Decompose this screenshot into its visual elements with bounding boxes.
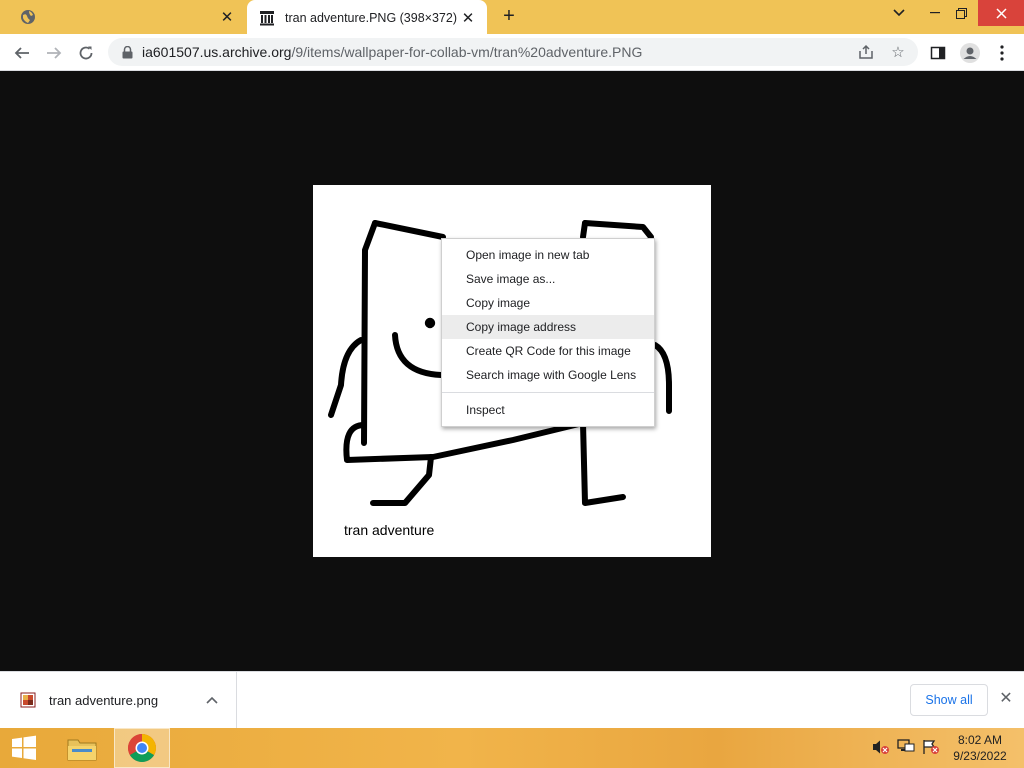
url-host: ia601507.us.archive.org <box>142 44 292 60</box>
ctx-save-image-as[interactable]: Save image as... <box>442 267 654 291</box>
ctx-search-google-lens[interactable]: Search image with Google Lens <box>442 363 654 387</box>
tab-title: tran adventure.PNG (398×372) <box>285 10 457 25</box>
ctx-inspect[interactable]: Inspect <box>442 398 654 422</box>
globe-icon <box>20 9 36 25</box>
download-file-name: tran adventure.png <box>49 692 159 708</box>
file-explorer-icon[interactable] <box>54 728 110 768</box>
tab-inactive[interactable]: ✕ <box>8 0 246 34</box>
address-bar[interactable]: ia601507.us.archive.org/9/items/wallpape… <box>108 38 918 66</box>
profile-avatar-icon[interactable] <box>956 39 984 67</box>
show-all-button[interactable]: Show all <box>910 684 988 716</box>
browser-toolbar: ia601507.us.archive.org/9/items/wallpape… <box>0 34 1024 71</box>
png-file-icon <box>20 692 36 708</box>
tab-search-chevron-icon[interactable] <box>882 0 916 26</box>
reload-icon[interactable] <box>72 39 100 67</box>
tab-strip: ✕ tran adventure.PNG (398×372) ✕ + <box>0 0 1024 35</box>
more-menu-icon[interactable] <box>988 39 1016 67</box>
clock-time: 8:02 AM <box>957 733 1003 747</box>
tab-active[interactable]: tran adventure.PNG (398×372) ✕ <box>247 0 487 35</box>
close-window-icon[interactable] <box>978 0 1024 26</box>
download-shelf: tran adventure.png Show all ✕ <box>0 671 1024 728</box>
url-path: /9/items/wallpaper-for-collab-vm/tran%20… <box>291 44 643 60</box>
archive-building-icon <box>259 10 275 26</box>
chevron-up-icon[interactable] <box>198 693 226 707</box>
download-item[interactable]: tran adventure.png <box>0 672 237 728</box>
ctx-separator <box>442 392 654 393</box>
clock-date: 9/23/2022 <box>953 749 1007 763</box>
back-arrow-icon[interactable] <box>8 39 36 67</box>
windows-start-icon[interactable] <box>0 728 48 768</box>
side-panel-icon[interactable] <box>924 39 952 67</box>
lock-icon[interactable] <box>120 45 134 59</box>
system-clock[interactable]: 8:02 AM 9/23/2022 <box>944 732 1016 764</box>
context-menu: Open image in new tab Save image as... C… <box>441 238 655 427</box>
restore-icon[interactable] <box>944 0 978 26</box>
forward-arrow-icon[interactable] <box>40 39 68 67</box>
volume-muted-icon[interactable] <box>872 736 890 758</box>
bookmark-star-icon[interactable]: ☆ <box>888 42 908 62</box>
share-icon[interactable] <box>856 42 876 62</box>
network-icon[interactable] <box>897 736 915 758</box>
windows-taskbar: 8:02 AM 9/23/2022 <box>0 728 1024 768</box>
action-center-flag-icon[interactable] <box>922 736 940 758</box>
close-tab-icon[interactable]: ✕ <box>459 9 477 27</box>
close-tab-icon[interactable]: ✕ <box>218 8 236 26</box>
ctx-copy-image[interactable]: Copy image <box>442 291 654 315</box>
image-caption: tran adventure <box>344 522 435 538</box>
close-shelf-icon[interactable]: ✕ <box>996 689 1016 709</box>
ctx-copy-image-address[interactable]: Copy image address <box>442 315 654 339</box>
ctx-create-qr-code[interactable]: Create QR Code for this image <box>442 339 654 363</box>
ctx-open-image-new-tab[interactable]: Open image in new tab <box>442 243 654 267</box>
chrome-taskbar-icon[interactable] <box>114 728 170 768</box>
new-tab-button[interactable]: + <box>498 6 520 28</box>
url-text: ia601507.us.archive.org/9/items/wallpape… <box>142 44 642 60</box>
